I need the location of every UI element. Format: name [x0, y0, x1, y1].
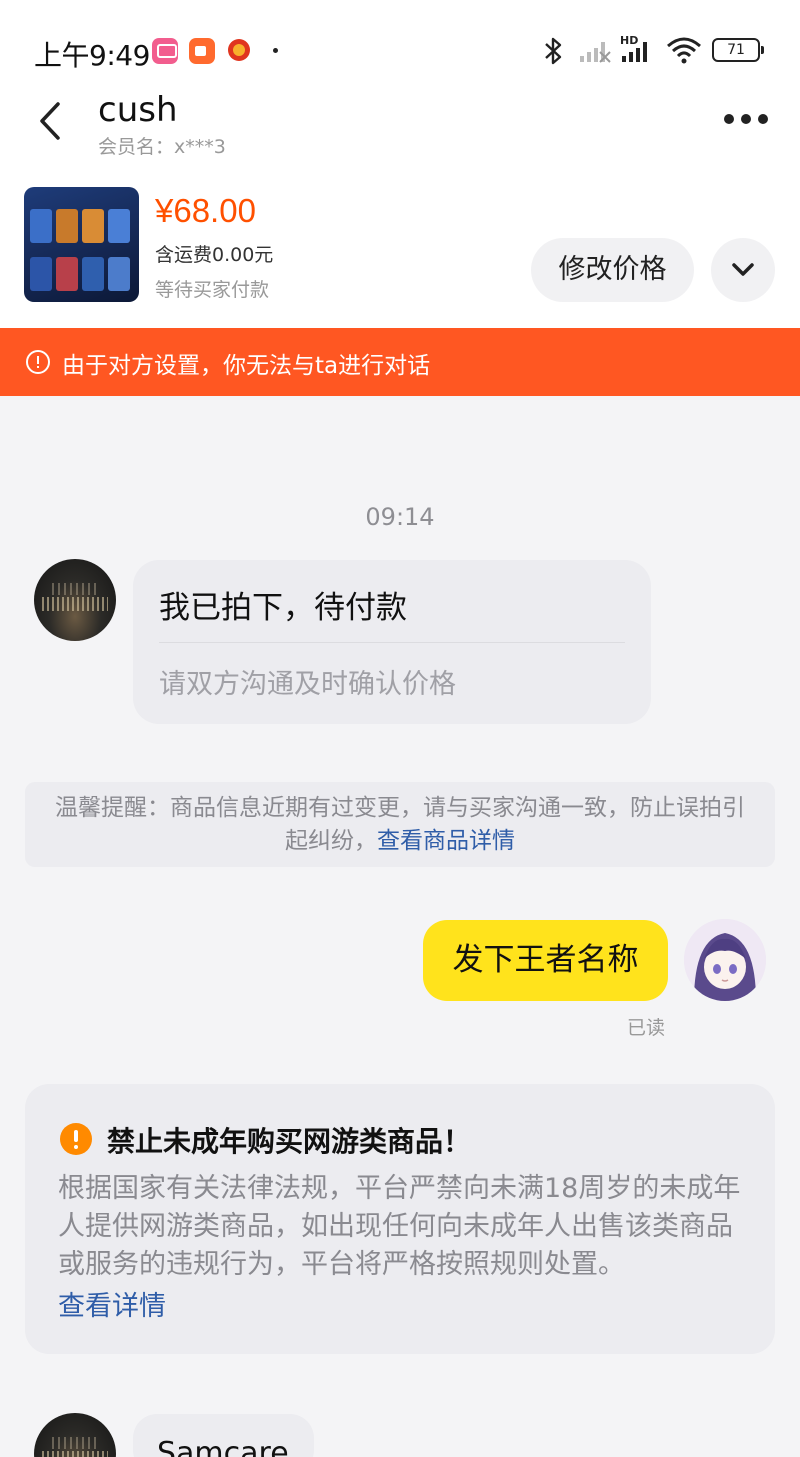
bilibili-app-icon — [152, 38, 178, 64]
shipping-fee: 含运费0.00元 — [155, 244, 274, 266]
avatar[interactable] — [684, 919, 766, 1001]
warning-icon — [60, 1123, 92, 1155]
order-status: 等待买家付款 — [155, 279, 270, 301]
alert-circle-icon — [26, 350, 50, 374]
order-card-message[interactable]: 我已拍下，待付款 请双方沟通及时确认价格 — [133, 560, 651, 724]
signal-icon — [580, 42, 611, 63]
blocked-banner: 由于对方设置，你无法与ta进行对话 — [0, 328, 800, 396]
red-circle-app-icon — [228, 39, 250, 61]
chat-title: cush — [98, 90, 178, 130]
avatar[interactable] — [34, 1413, 116, 1457]
more-dot-icon — [758, 114, 768, 124]
banner-text: 由于对方设置，你无法与ta进行对话 — [62, 353, 431, 379]
signal-icon — [622, 42, 647, 62]
avatar[interactable] — [34, 559, 116, 641]
status-time: 上午9:49 — [34, 39, 150, 72]
wifi-icon — [667, 37, 701, 64]
view-details-link[interactable]: 查看详情 — [58, 1284, 166, 1323]
product-card: ¥68.00 含运费0.00元 等待买家付款 修改价格 — [0, 170, 800, 328]
view-product-details-link[interactable]: 查看商品详情 — [377, 828, 515, 854]
system-notice: 温馨提醒：商品信息近期有过变更，请与买家沟通一致，防止误拍引起纠纷，查看商品详情 — [25, 782, 775, 867]
read-status: 已读 — [627, 1017, 666, 1039]
chevron-down-icon[interactable] — [711, 238, 775, 302]
chat-header: cush 会员名：x***3 — [0, 90, 800, 170]
bluetooth-icon — [545, 37, 562, 65]
order-card-subtitle: 请双方沟通及时确认价格 — [159, 669, 456, 700]
warning-title: 禁止未成年购买网游类商品！ — [107, 1125, 472, 1158]
my-message-bubble[interactable]: 发下王者名称 — [423, 920, 668, 1001]
product-thumbnail[interactable] — [24, 187, 139, 302]
more-dot-icon — [724, 114, 734, 124]
message-timestamp: 09:14 — [365, 503, 435, 531]
more-dot-icon — [741, 114, 751, 124]
divider — [159, 642, 625, 643]
battery-level: 71 — [727, 42, 745, 58]
minor-warning-card: 禁止未成年购买网游类商品！ 根据国家有关法律法规，平台严禁向未满18周岁的未成年… — [25, 1084, 775, 1354]
other-message-bubble[interactable]: Samcare — [133, 1414, 314, 1457]
status-bar: 上午9:49 HD 71 — [0, 0, 800, 90]
warning-body: 根据国家有关法律法规，平台严禁向未满18周岁的未成年人提供网游类商品，如出现任何… — [58, 1173, 741, 1280]
member-name: 会员名：x***3 — [98, 136, 226, 158]
edit-price-button[interactable]: 修改价格 — [531, 238, 694, 302]
battery-icon: 71 — [712, 38, 764, 62]
video-app-icon — [189, 38, 215, 64]
order-card-title: 我已拍下，待付款 — [159, 590, 407, 626]
more-options-button[interactable] — [722, 112, 770, 126]
notification-dot-icon — [273, 48, 278, 53]
product-price: ¥68.00 — [155, 192, 256, 229]
back-button[interactable] — [28, 96, 72, 146]
